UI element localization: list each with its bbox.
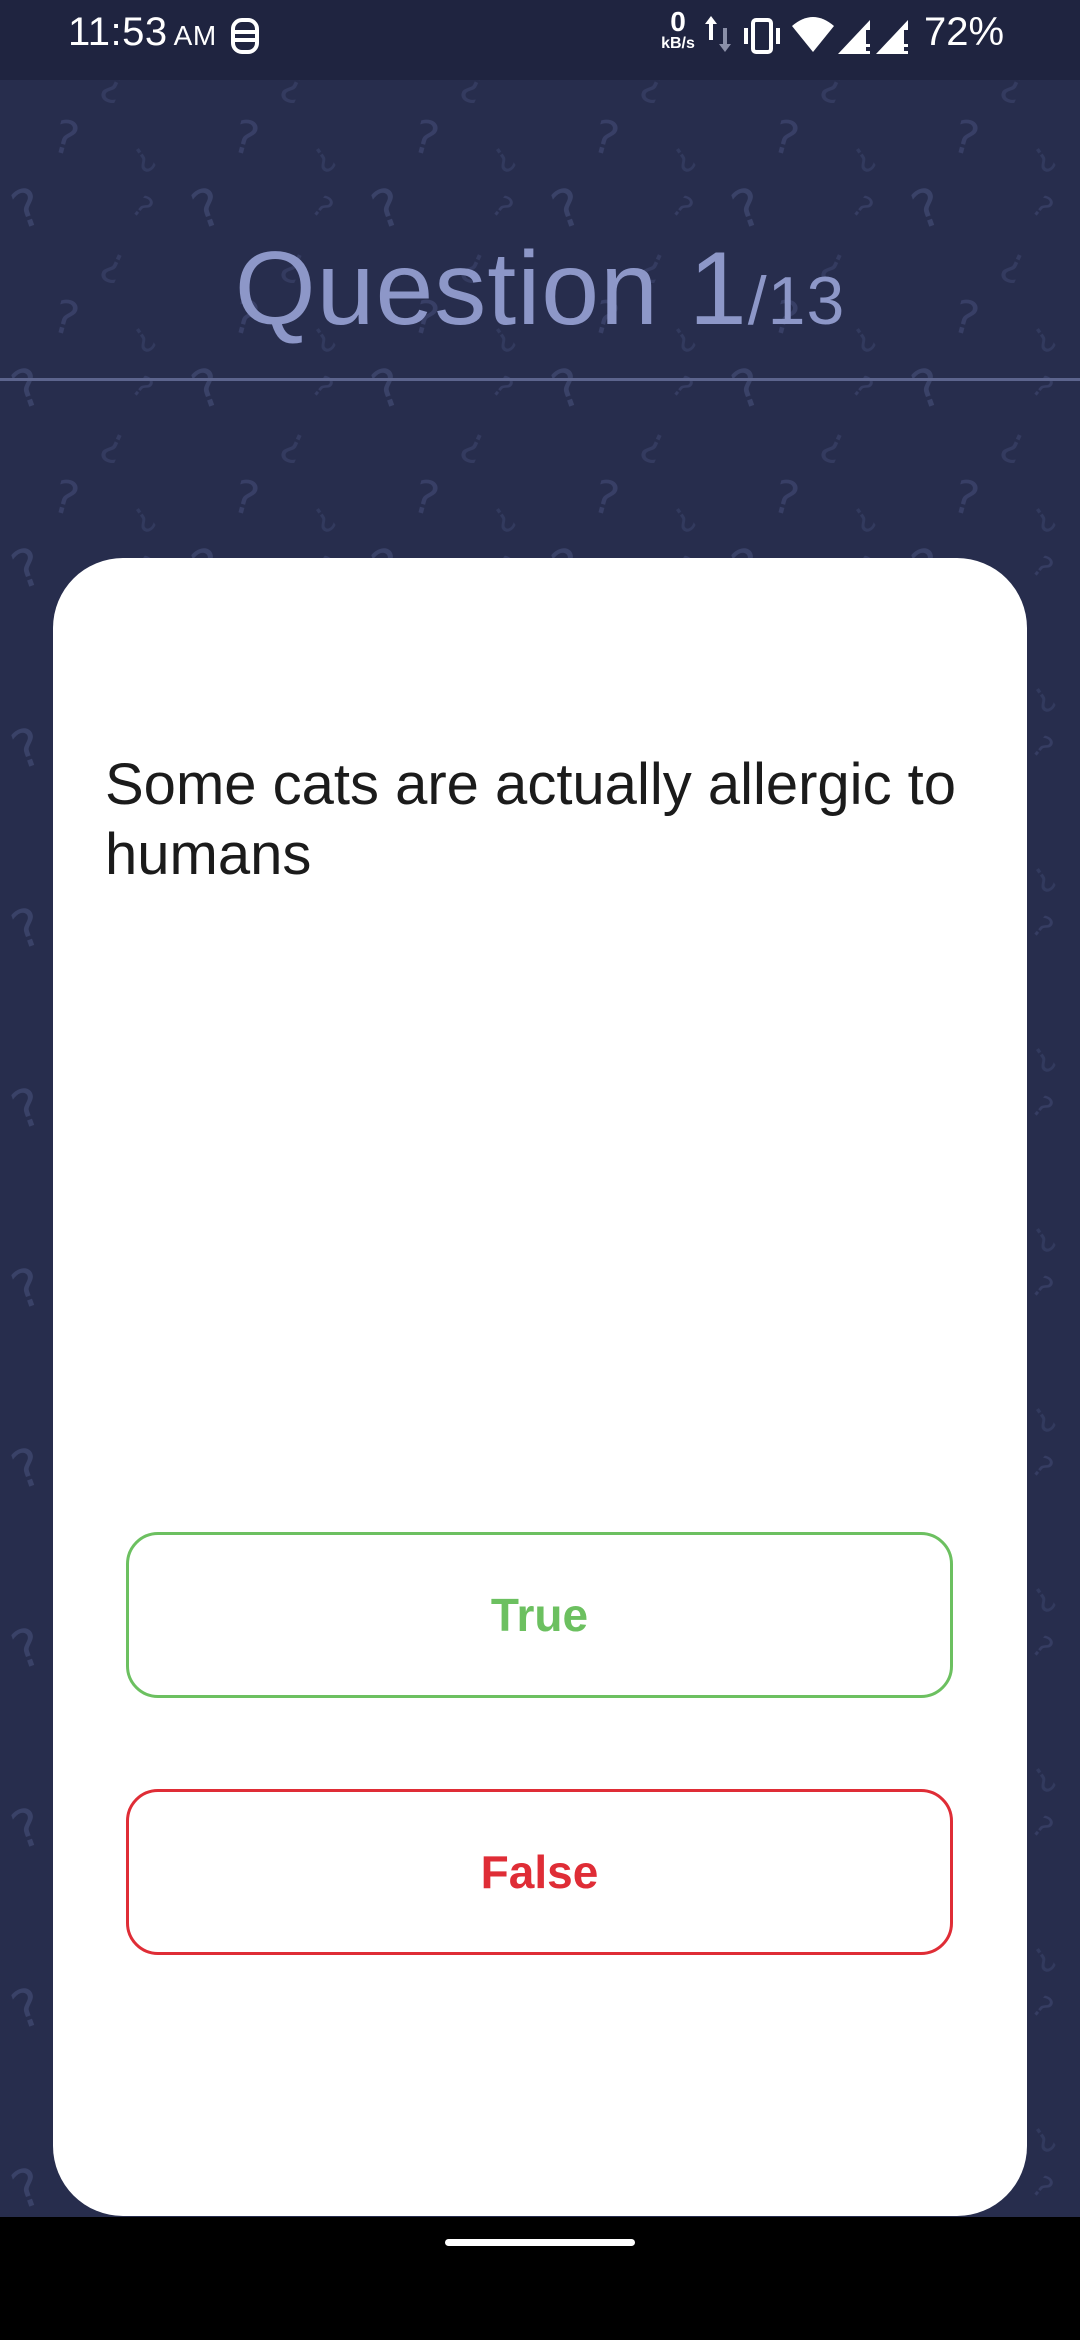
true-button[interactable]: True [126, 1532, 953, 1698]
header-divider [0, 378, 1080, 381]
status-ampm: AM [173, 20, 217, 51]
net-speed-unit: kB/s [661, 35, 695, 52]
data-arrows-icon [702, 12, 734, 61]
question-card: Some cats are actually allergic to human… [53, 558, 1027, 2216]
battery-level: 72% [924, 10, 1005, 54]
false-button[interactable]: False [126, 1789, 953, 1955]
navigation-bar [0, 2217, 1080, 2340]
status-time: 11:53 AM [68, 10, 217, 55]
question-header: Question 1/13 [0, 230, 1080, 349]
true-button-label: True [490, 1589, 589, 1641]
net-speed: 0 kB/s [656, 8, 700, 52]
status-bar: 11:53 AM 0 kB/s 72% [0, 0, 1080, 80]
home-gesture-handle[interactable] [445, 2239, 635, 2246]
question-total: /13 [747, 263, 846, 339]
signal-icon-2 [874, 14, 914, 61]
signal-icon [836, 14, 876, 61]
question-text: Some cats are actually allergic to human… [105, 752, 957, 887]
vibrate-icon [740, 14, 784, 63]
notification-icon [228, 14, 262, 63]
status-time-value: 11:53 [68, 10, 168, 54]
net-speed-value: 0 [670, 6, 686, 37]
question-number: Question 1 [234, 231, 748, 347]
false-button-label: False [480, 1846, 599, 1898]
wifi-icon [790, 14, 836, 61]
